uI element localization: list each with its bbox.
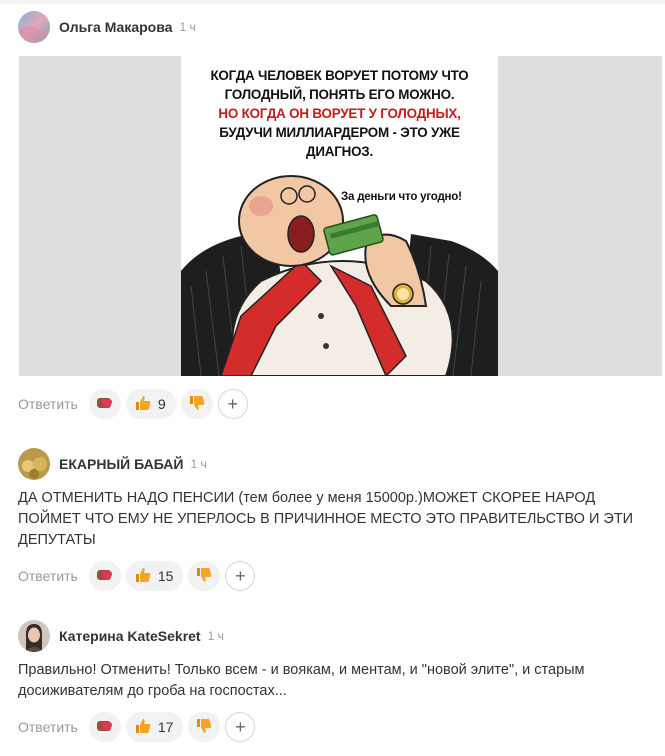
dislike-button[interactable]: [188, 561, 221, 591]
heart-reaction-icon: [96, 568, 114, 585]
add-reaction-button[interactable]: +: [217, 389, 248, 419]
comment: Катерина KateSekret 1 ч Правильно! Отмен…: [0, 600, 665, 756]
comment-header: Ольга Макарова 1 ч: [18, 11, 196, 43]
comment-text: Правильно! Отменить! Только всем - и воя…: [18, 662, 585, 699]
author-name[interactable]: Ольга Макарова: [59, 19, 172, 35]
thumbs-down-icon: [188, 394, 206, 415]
author-name[interactable]: Катерина KateSekret: [59, 628, 201, 644]
reactions-bar: Ответить 17 +: [18, 712, 256, 742]
timestamp: 1 ч: [207, 629, 224, 643]
avatar[interactable]: [18, 620, 50, 652]
like-button[interactable]: 9: [125, 389, 176, 419]
dislike-button[interactable]: [180, 389, 213, 419]
thumbs-up-icon: [134, 717, 152, 738]
reactions-bar: Ответить 9 +: [18, 389, 248, 419]
thumbs-down-icon: [195, 717, 213, 738]
comment-header: ЕКАРНЫЙ БАБАЙ 1 ч: [18, 448, 207, 480]
love-reaction-button[interactable]: [88, 389, 121, 419]
attached-image[interactable]: КОГДА ЧЕЛОВЕК ВОРУЕТ ПОТОМУ ЧТО ГОЛОДНЫЙ…: [19, 56, 662, 376]
timestamp: 1 ч: [190, 457, 207, 471]
heart-reaction-icon: [96, 719, 114, 736]
meme-picture: КОГДА ЧЕЛОВЕК ВОРУЕТ ПОТОМУ ЧТО ГОЛОДНЫЙ…: [181, 56, 498, 376]
add-reaction-button[interactable]: +: [225, 712, 256, 742]
like-button[interactable]: 15: [125, 561, 184, 591]
comment: Ольга Макарова 1 ч КОГДА ЧЕЛОВЕК ВОРУЕТ …: [0, 0, 665, 430]
comment-text: ДА ОТМЕНИТЬ НАДО ПЕНСИИ (тем более у мен…: [18, 490, 634, 548]
comment-header: Катерина KateSekret 1 ч: [18, 620, 224, 652]
comment: ЕКАРНЫЙ БАБАЙ 1 ч ДА ОТМЕНИТЬ НАДО ПЕНСИ…: [0, 430, 665, 600]
like-count: 15: [157, 568, 174, 584]
reply-button[interactable]: Ответить: [18, 568, 78, 584]
thumbs-up-icon: [134, 394, 152, 415]
add-reaction-button[interactable]: +: [225, 561, 256, 591]
reply-button[interactable]: Ответить: [18, 396, 78, 412]
thumbs-up-icon: [134, 566, 152, 587]
like-count: 17: [157, 719, 174, 735]
timestamp: 1 ч: [179, 20, 196, 34]
author-name[interactable]: ЕКАРНЫЙ БАБАЙ: [59, 456, 183, 472]
avatar[interactable]: [18, 11, 50, 43]
plus-icon: +: [235, 716, 246, 737]
like-count: 9: [157, 396, 166, 412]
reply-button[interactable]: Ответить: [18, 719, 78, 735]
plus-icon: +: [235, 565, 246, 586]
heart-reaction-icon: [96, 396, 114, 413]
cartoon-illustration: [181, 175, 498, 376]
avatar[interactable]: [18, 448, 50, 480]
love-reaction-button[interactable]: [88, 712, 121, 742]
dislike-button[interactable]: [188, 712, 221, 742]
love-reaction-button[interactable]: [88, 561, 121, 591]
thumbs-down-icon: [195, 566, 213, 587]
plus-icon: +: [227, 393, 238, 414]
like-button[interactable]: 17: [125, 712, 184, 742]
reactions-bar: Ответить 15 +: [18, 561, 256, 591]
